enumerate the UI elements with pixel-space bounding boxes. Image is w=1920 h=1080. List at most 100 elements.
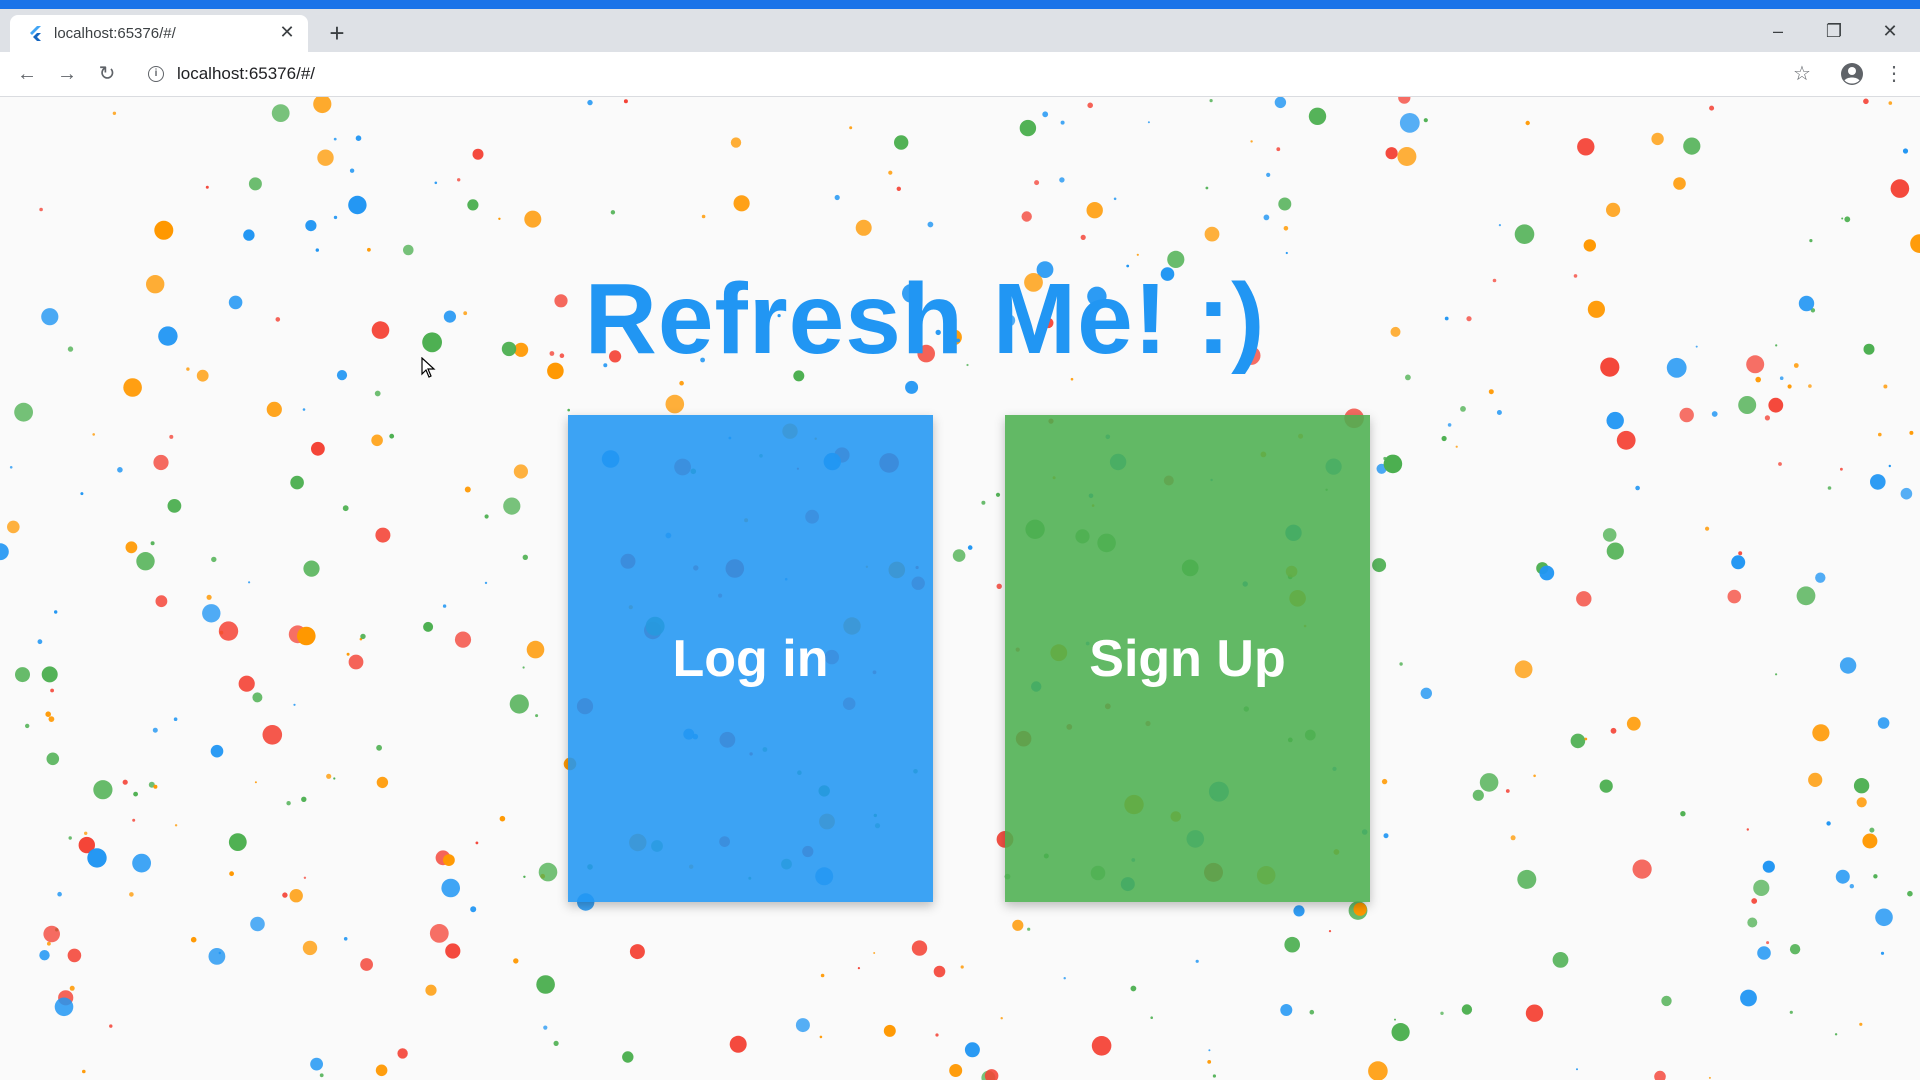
confetti-dot [1751, 898, 1758, 904]
confetti-dot [1606, 202, 1621, 217]
confetti-dot [1883, 384, 1888, 389]
confetti-dot [154, 220, 174, 240]
restore-icon[interactable]: ❐ [1814, 17, 1854, 45]
tab-close-icon[interactable]: ✕ [276, 21, 298, 43]
confetti-dot [1862, 833, 1878, 849]
confetti-dot [211, 556, 217, 563]
menu-dots-icon[interactable]: ⋮ [1882, 62, 1906, 86]
confetti-dot [50, 688, 54, 693]
confetti-dot [1875, 908, 1893, 927]
login-button[interactable]: Log in [568, 415, 933, 902]
confetti-dot [1808, 384, 1812, 388]
confetti-dot [1890, 179, 1910, 198]
confetti-dot [43, 925, 60, 943]
confetti-dot [301, 796, 307, 802]
confetti-dot [1308, 107, 1327, 125]
confetti-dot [1394, 1018, 1396, 1021]
confetti-dot [849, 126, 853, 130]
confetti-dot [375, 527, 391, 543]
confetti-dot [1844, 216, 1851, 223]
info-icon[interactable]: i [148, 66, 164, 82]
confetti-dot [1746, 828, 1750, 831]
new-tab-button[interactable]: + [324, 20, 350, 47]
confetti-dot [1747, 917, 1758, 928]
confetti-dot [375, 1064, 388, 1077]
confetti-dot [208, 948, 226, 965]
confetti-dot [1525, 1004, 1544, 1022]
confetti-dot [250, 916, 265, 932]
confetti-dot [129, 892, 134, 897]
confetti-dot [1900, 487, 1913, 500]
forward-icon[interactable]: → [53, 60, 81, 88]
address-bar[interactable]: i localhost:65376/#/ [136, 57, 1776, 91]
browser-tab[interactable]: localhost:65376/#/ ✕ [10, 15, 308, 52]
confetti-dot [442, 604, 447, 608]
account-icon[interactable] [1840, 62, 1864, 86]
confetti-dot [1877, 717, 1890, 729]
confetti-dot [475, 841, 479, 845]
confetti-dot [470, 906, 477, 913]
confetti-dot [457, 178, 461, 182]
confetti-dot [333, 777, 336, 780]
confetti-dot [429, 924, 449, 943]
close-window-icon[interactable]: ✕ [1870, 17, 1910, 45]
confetti-dot [1042, 111, 1049, 118]
confetti-dot [1383, 833, 1389, 839]
confetti-dot [1610, 727, 1617, 734]
minimize-icon[interactable]: – [1758, 17, 1798, 45]
confetti-dot [425, 984, 437, 996]
confetti-dot [1385, 147, 1398, 160]
reload-icon[interactable]: ↻ [93, 60, 121, 88]
confetti-dot [857, 967, 861, 970]
confetti-dot [1284, 936, 1300, 953]
confetti-dot [1514, 224, 1535, 244]
confetti-dot [981, 500, 986, 505]
confetti-dot [1738, 396, 1757, 414]
confetti-dot [1910, 234, 1920, 253]
confetti-dot [1834, 1033, 1838, 1036]
confetti-dot [1835, 869, 1850, 884]
confetti-dot [319, 1073, 324, 1078]
confetti-dot [14, 402, 33, 422]
back-icon[interactable]: ← [13, 60, 41, 88]
confetti-dot [1274, 97, 1287, 109]
confetti-dot [1498, 224, 1501, 227]
confetti-dot [1440, 1011, 1444, 1015]
confetti-dot [1812, 724, 1830, 742]
confetti-dot [1888, 101, 1893, 105]
confetti-dot [1661, 995, 1672, 1007]
confetti-dot [302, 408, 306, 411]
confetti-dot [376, 744, 382, 751]
signup-button[interactable]: Sign Up [1005, 415, 1370, 902]
confetti-dot [68, 836, 72, 840]
confetti-dot [152, 727, 158, 733]
confetti-dot [7, 520, 20, 534]
confetti-dot [41, 666, 58, 683]
confetti-dot [1263, 214, 1270, 221]
confetti-dot [623, 99, 628, 104]
confetti-dot [348, 195, 367, 215]
confetti-dot [1705, 526, 1710, 531]
confetti-dot [46, 752, 60, 766]
confetti-dot [535, 714, 539, 718]
confetti-dot [1209, 99, 1213, 103]
confetti-dot [1423, 118, 1428, 123]
confetti-dot [896, 186, 901, 191]
confetti-dot [1195, 959, 1199, 963]
confetti-dot [15, 667, 30, 683]
bookmark-star-icon[interactable]: ☆ [1790, 62, 1814, 86]
confetti-dot [1709, 105, 1715, 111]
confetti-dot [1205, 186, 1209, 190]
confetti-dot [1455, 445, 1458, 448]
confetti-dot [1130, 985, 1137, 992]
confetti-dot [229, 871, 235, 877]
confetti-dot [567, 408, 570, 412]
confetti-dot [1399, 662, 1403, 666]
confetti-dot [1070, 377, 1074, 381]
confetti-dot [1902, 148, 1909, 154]
confetti-dot [210, 744, 224, 758]
confetti-dot [1616, 430, 1636, 450]
confetti-dot [1552, 952, 1569, 968]
confetti-dot [498, 217, 501, 220]
confetti-dot [315, 248, 319, 252]
